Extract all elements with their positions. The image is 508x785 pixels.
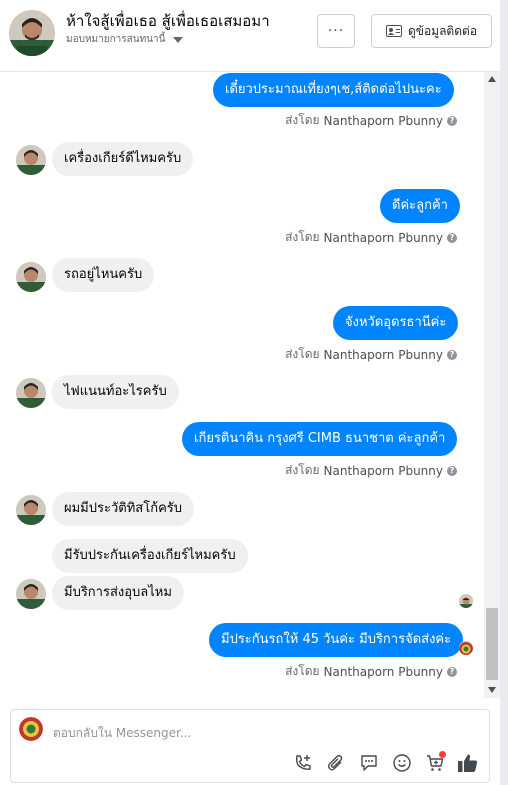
- sent-by-prefix: ส่งโดย: [285, 463, 320, 477]
- sent-by-prefix: ส่งโดย: [285, 230, 320, 244]
- add-call-icon[interactable]: [292, 752, 314, 774]
- message-incoming[interactable]: ผมมีประวัติทิสโก้ครับ: [52, 492, 195, 526]
- message-outgoing[interactable]: จังหวัดอุดรธานีค่ะ: [333, 306, 459, 340]
- help-icon[interactable]: ?: [447, 465, 457, 476]
- composer-toolbar: [292, 751, 479, 774]
- sent-by-prefix: ส่งโดย: [285, 664, 320, 678]
- sent-by-line: ส่งโดย Nanthaporn Pbunny ?: [285, 461, 457, 480]
- view-contact-label: ดูข้อมูลติดต่อ: [407, 23, 478, 38]
- paperclip-icon[interactable]: [325, 752, 347, 774]
- message-incoming[interactable]: เครื่องเกียร์ดีไหมครับ: [52, 142, 194, 176]
- emoji-icon[interactable]: [391, 752, 413, 774]
- message-incoming[interactable]: รถอยู่ไหนครับ: [52, 258, 155, 292]
- page-avatar: [19, 717, 43, 741]
- conversation-title: ห้าใจสู้เพื่อเธอ สู้เพื่อเธอเสมอมา: [66, 12, 270, 30]
- thumbs-up-icon[interactable]: [457, 752, 479, 774]
- sent-by-line: ส่งโดย Nanthaporn Pbunny ?: [285, 111, 457, 130]
- conversation-header: ห้าใจสู้เพื่อเธอ สู้เพื่อเธอเสมอมา มอบหม…: [0, 0, 502, 72]
- contact-avatar-small: [16, 262, 46, 292]
- message-outgoing[interactable]: มีประกันรถให้ 45 วันค่ะ มีบริการจัดส่งค่…: [209, 623, 464, 657]
- contact-avatar-small: [16, 579, 46, 609]
- more-options-button[interactable]: ···: [317, 14, 355, 48]
- contact-avatar[interactable]: [9, 10, 55, 56]
- sender-name: Nanthaporn Pbunny: [323, 230, 443, 245]
- message-scrollbar[interactable]: [484, 72, 500, 698]
- scroll-down-arrow-icon[interactable]: [488, 687, 496, 693]
- sender-name: Nanthaporn Pbunny: [323, 463, 443, 478]
- more-dots-icon: ···: [327, 23, 345, 39]
- help-icon[interactable]: ?: [447, 232, 457, 243]
- reply-input[interactable]: ตอบกลับใน Messenger...: [53, 724, 191, 743]
- notification-dot: [439, 751, 446, 758]
- sender-name: Nanthaporn Pbunny: [323, 664, 443, 679]
- scroll-thumb[interactable]: [486, 608, 498, 680]
- sent-by-prefix: ส่งโดย: [285, 113, 320, 127]
- scroll-up-arrow-icon[interactable]: [488, 76, 496, 82]
- sent-by-line: ส่งโดย Nanthaporn Pbunny ?: [285, 662, 457, 681]
- message-incoming[interactable]: มีบริการส่งอุบลไหม: [52, 576, 184, 610]
- window-edge: [500, 0, 508, 785]
- cart-icon[interactable]: [424, 751, 446, 774]
- contact-avatar-small: [16, 378, 46, 408]
- message-outgoing[interactable]: เดี๋ยวประมาณเที่ยงๆเช,ส์ติดต่อไปนะคะ: [213, 73, 454, 107]
- seen-indicator-avatar: [459, 594, 473, 608]
- sent-by-line: ส่งโดย Nanthaporn Pbunny ?: [285, 228, 457, 247]
- page-seen-indicator-avatar: [459, 641, 473, 655]
- contact-avatar-small: [16, 145, 46, 175]
- message-outgoing[interactable]: ดีค่ะลูกค้า: [380, 189, 460, 223]
- help-icon[interactable]: ?: [447, 115, 457, 126]
- assign-conversation-dropdown[interactable]: มอบหมายการสนทนานี้: [66, 32, 184, 47]
- sent-by-prefix: ส่งโดย: [285, 347, 320, 361]
- message-incoming[interactable]: ไฟแนนท์อะไรครับ: [52, 375, 179, 409]
- view-contact-button[interactable]: ดูข้อมูลติดต่อ: [371, 14, 492, 48]
- assign-conversation-label: มอบหมายการสนทนานี้: [66, 34, 166, 45]
- message-incoming[interactable]: มีรับประกันเครื่องเกียร์ไหมครับ: [52, 539, 248, 573]
- sender-name: Nanthaporn Pbunny: [323, 113, 443, 128]
- saved-reply-icon[interactable]: [358, 752, 380, 774]
- message-outgoing[interactable]: เกียรตินาคิน กรุงศรี CIMB ธนาชาต ค่ะลูกค…: [182, 422, 458, 456]
- sent-by-line: ส่งโดย Nanthaporn Pbunny ?: [285, 345, 457, 364]
- contact-card-icon: [385, 25, 402, 37]
- sender-name: Nanthaporn Pbunny: [323, 347, 443, 362]
- help-icon[interactable]: ?: [447, 349, 457, 360]
- message-composer: ตอบกลับใน Messenger...: [10, 709, 490, 783]
- help-icon[interactable]: ?: [447, 666, 457, 677]
- chevron-down-icon: [173, 36, 184, 43]
- contact-avatar-small: [16, 495, 46, 525]
